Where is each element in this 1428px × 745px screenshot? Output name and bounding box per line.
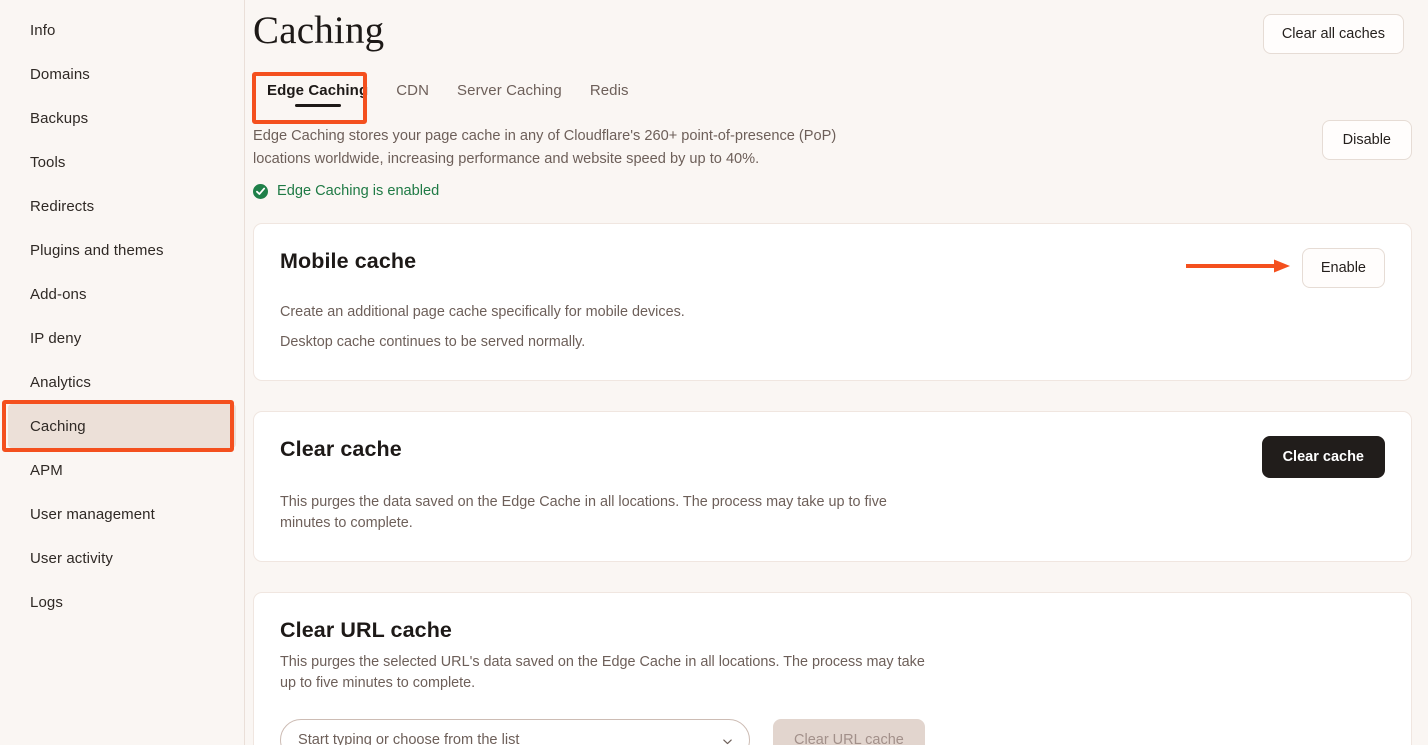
clear-url-cache-description: This purges the selected URL's data save…	[280, 653, 925, 692]
sidebar-item-info[interactable]: Info	[8, 8, 236, 52]
sidebar-item-ip-deny-wrap: IP deny	[0, 316, 244, 360]
tab-edge-caching[interactable]: Edge Caching	[253, 76, 382, 112]
edge-caching-summary: Edge Caching stores your page cache in a…	[245, 112, 1420, 199]
sidebar-item-backups[interactable]: Backups	[8, 96, 236, 140]
clear-cache-title: Clear cache	[280, 436, 402, 461]
sidebar-item-label: Logs	[30, 593, 63, 611]
sidebar-item-logs-wrap: Logs	[0, 580, 244, 624]
sidebar: Info Domains Backups Tools Redirects Plu	[0, 0, 245, 745]
sidebar-item-label: User management	[30, 505, 155, 523]
sidebar-item-plugins-and-themes-wrap: Plugins and themes	[0, 228, 244, 272]
sidebar-item-backups-wrap: Backups	[0, 96, 244, 140]
sidebar-item-user-activity-wrap: User activity	[0, 536, 244, 580]
tab-label: Server Caching	[457, 81, 562, 99]
sidebar-item-apm[interactable]: APM	[8, 448, 236, 492]
sidebar-item-domains-wrap: Domains	[0, 52, 244, 96]
sidebar-item-label: Info	[30, 21, 56, 39]
sidebar-item-caching-wrap: Caching	[0, 400, 244, 452]
mobile-cache-card: Mobile cache Enable Create an additional…	[253, 223, 1412, 381]
sidebar-item-add-ons-wrap: Add-ons	[0, 272, 244, 316]
edge-caching-actions: Disable	[1321, 112, 1420, 160]
sidebar-item-user-management-wrap: User management	[0, 492, 244, 536]
sidebar-item-label: Add-ons	[30, 285, 87, 303]
sidebar-item-plugins-and-themes[interactable]: Plugins and themes	[8, 228, 236, 272]
clear-all-caches-button[interactable]: Clear all caches	[1262, 14, 1404, 54]
main-content: Caching Clear all caches Edge Caching CD…	[245, 0, 1428, 745]
sidebar-item-label: Plugins and themes	[30, 241, 164, 259]
tab-label: CDN	[396, 81, 430, 99]
check-circle-icon	[253, 183, 268, 199]
mobile-cache-title: Mobile cache	[280, 249, 417, 274]
sidebar-item-user-management[interactable]: User management	[8, 492, 236, 536]
sidebar-item-label: Caching	[30, 417, 86, 435]
sidebar-item-apm-wrap: APM	[0, 448, 244, 492]
edge-caching-summary-text: Edge Caching stores your page cache in a…	[245, 112, 885, 199]
sidebar-item-ip-deny[interactable]: IP deny	[8, 316, 236, 360]
sidebar-item-label: User activity	[30, 549, 113, 567]
sidebar-item-analytics[interactable]: Analytics	[8, 360, 236, 404]
sidebar-item-add-ons[interactable]: Add-ons	[8, 272, 236, 316]
page-title: Caching	[253, 9, 385, 52]
page-header: Caching Clear all caches	[245, 0, 1420, 55]
tab-label: Edge Caching	[267, 81, 369, 99]
clear-url-cache-title: Clear URL cache	[280, 617, 452, 642]
clear-cache-card: Clear cache Clear cache This purges the …	[253, 410, 1412, 562]
tab-redis[interactable]: Redis	[576, 76, 643, 112]
cards-container: Mobile cache Enable Create an additional…	[245, 223, 1420, 745]
tab-server-caching[interactable]: Server Caching	[443, 76, 576, 112]
edge-caching-description: Edge Caching stores your page cache in a…	[253, 127, 837, 167]
sidebar-item-tools[interactable]: Tools	[8, 140, 236, 184]
app-root: Info Domains Backups Tools Redirects Plu	[0, 0, 1428, 745]
edge-caching-status: Edge Caching is enabled	[245, 170, 885, 199]
clear-cache-description: This purges the data saved on the Edge C…	[280, 493, 887, 532]
url-select-placeholder: Start typing or choose from the list	[298, 731, 520, 745]
url-select-dropdown[interactable]: Start typing or choose from the list	[280, 718, 750, 745]
sidebar-item-tools-wrap: Tools	[0, 140, 244, 184]
chevron-down-icon	[722, 734, 733, 745]
tab-bar: Edge Caching CDN Server Caching Redis	[245, 71, 1420, 124]
enable-mobile-cache-button[interactable]: Enable	[1301, 248, 1385, 289]
main-inner: Caching Clear all caches Edge Caching CD…	[245, 0, 1428, 745]
tab-label: Redis	[589, 81, 629, 99]
sidebar-item-label: Analytics	[30, 373, 91, 391]
sidebar-item-label: IP deny	[30, 329, 82, 347]
sidebar-item-redirects[interactable]: Redirects	[8, 184, 236, 228]
clear-cache-card-head: Clear cache Clear cache	[280, 435, 1385, 478]
sidebar-item-label: Redirects	[30, 197, 95, 215]
sidebar-item-label: APM	[30, 461, 63, 479]
clear-cache-button[interactable]: Clear cache	[1261, 435, 1385, 478]
sidebar-item-label: Backups	[30, 109, 89, 127]
mobile-cache-description-line2: Desktop cache continues to be served nor…	[280, 333, 586, 350]
mobile-cache-card-head: Mobile cache Enable	[280, 248, 1385, 289]
sidebar-item-caching[interactable]: Caching	[8, 404, 236, 448]
clear-url-cache-controls: Start typing or choose from the list Cle…	[280, 718, 1385, 745]
mobile-cache-description-line1: Create an additional page cache specific…	[280, 304, 685, 321]
clear-url-cache-button[interactable]: Clear URL cache	[773, 718, 925, 745]
sidebar-item-domains[interactable]: Domains	[8, 52, 236, 96]
clear-url-cache-card: Clear URL cache This purges the selected…	[253, 591, 1412, 745]
status-badge-label: Edge Caching is enabled	[277, 183, 440, 200]
sidebar-item-info-wrap: Info	[0, 8, 244, 52]
sidebar-item-label: Domains	[30, 65, 90, 83]
sidebar-item-user-activity[interactable]: User activity	[8, 536, 236, 580]
sidebar-item-label: Tools	[30, 153, 66, 171]
tab-cdn[interactable]: CDN	[382, 76, 443, 112]
sidebar-item-logs[interactable]: Logs	[8, 580, 236, 624]
disable-edge-caching-button[interactable]: Disable	[1321, 119, 1412, 160]
tab-active-underline	[294, 103, 341, 107]
sidebar-item-analytics-wrap: Analytics	[0, 360, 244, 404]
sidebar-item-redirects-wrap: Redirects	[0, 184, 244, 228]
